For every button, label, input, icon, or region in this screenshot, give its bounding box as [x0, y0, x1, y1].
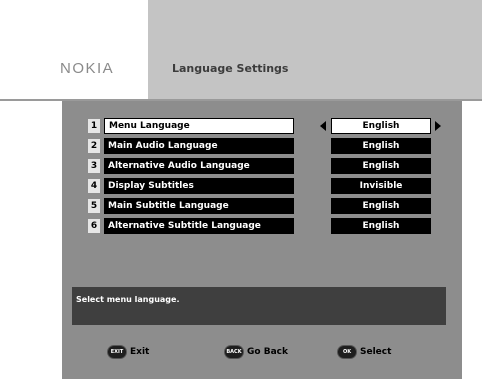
exit-label: Exit	[130, 347, 150, 357]
item-number: 5	[88, 199, 100, 213]
item-number: 2	[88, 139, 100, 153]
item-value[interactable]: English	[331, 198, 431, 214]
item-value[interactable]: English	[331, 138, 431, 154]
help-box: Select menu language.	[72, 287, 446, 325]
item-number: 6	[88, 219, 100, 233]
item-label[interactable]: Alternative Subtitle Language	[104, 218, 294, 234]
exit-key-icon: EXIT	[107, 345, 127, 359]
item-label[interactable]: Display Subtitles	[104, 178, 294, 194]
menu-item-alternative-audio-language[interactable]: 3 Alternative Audio Language English	[88, 158, 438, 175]
menu-item-menu-language[interactable]: 1 Menu Language English	[88, 118, 441, 135]
menu-item-main-subtitle-language[interactable]: 5 Main Subtitle Language English	[88, 198, 438, 215]
settings-panel: 1 Menu Language English 2 Main Audio Lan…	[62, 101, 462, 379]
item-value[interactable]: English	[331, 118, 431, 134]
menu-item-main-audio-language[interactable]: 2 Main Audio Language English	[88, 138, 438, 155]
select-button[interactable]: OK Select	[337, 345, 391, 359]
item-label[interactable]: Main Audio Language	[104, 138, 294, 154]
menu-item-display-subtitles[interactable]: 4 Display Subtitles Invisible	[88, 178, 438, 195]
item-value[interactable]: Invisible	[331, 178, 431, 194]
item-value[interactable]: English	[331, 218, 431, 234]
select-label: Select	[360, 347, 392, 357]
item-value[interactable]: English	[331, 158, 431, 174]
item-number: 3	[88, 159, 100, 173]
item-number: 1	[88, 119, 100, 133]
title-panel: Language Settings	[148, 0, 482, 100]
ok-key-icon: OK	[337, 345, 357, 359]
back-key-icon: BACK	[224, 345, 244, 359]
go-back-label: Go Back	[247, 347, 288, 357]
page-title: Language Settings	[172, 62, 289, 75]
item-number: 4	[88, 179, 100, 193]
item-label[interactable]: Main Subtitle Language	[104, 198, 294, 214]
menu-list: 1 Menu Language English 2 Main Audio Lan…	[88, 118, 441, 238]
go-back-button[interactable]: BACK Go Back	[224, 345, 288, 359]
help-text: Select menu language.	[76, 295, 180, 304]
menu-item-alternative-subtitle-language[interactable]: 6 Alternative Subtitle Language English	[88, 218, 438, 235]
item-label[interactable]: Menu Language	[104, 118, 294, 134]
right-arrow-icon[interactable]	[435, 121, 441, 131]
item-label[interactable]: Alternative Audio Language	[104, 158, 294, 174]
nokia-logo: NOKIA	[60, 60, 115, 77]
footer-bar: EXIT Exit BACK Go Back OK Select	[62, 339, 462, 369]
left-arrow-icon[interactable]	[320, 121, 326, 131]
exit-button[interactable]: EXIT Exit	[107, 345, 149, 359]
logo-panel: NOKIA	[0, 0, 150, 100]
